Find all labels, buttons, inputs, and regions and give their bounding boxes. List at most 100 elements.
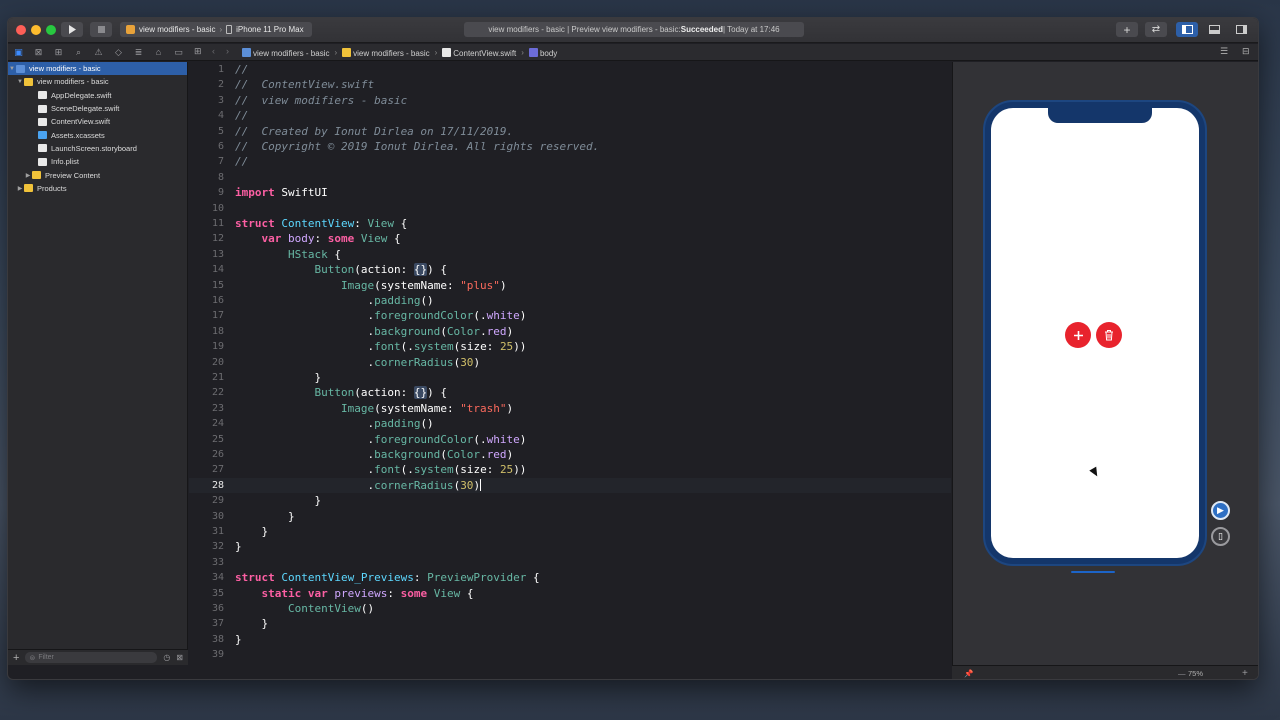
code-line[interactable]: 5 // Created by Ionut Dirlea on 17/11/201… [189,124,951,139]
navigator-item[interactable]: Info.plist [8,155,187,168]
code-line[interactable]: 18 .background(Color.red) [189,324,951,339]
pin-icon[interactable]: 📌 [964,669,973,678]
toggle-debug-area-button[interactable] [1203,22,1225,37]
zoom-in-icon[interactable]: + [1242,668,1248,679]
navigator-item[interactable]: ▶ Preview Content [8,168,187,181]
related-items-icon[interactable]: ⊞ [194,46,202,57]
code-line[interactable]: 10 [189,201,951,216]
code-line[interactable]: 4 // [189,108,951,123]
code-line[interactable]: 24 .padding() [189,416,951,431]
code-line[interactable]: 19 .font(.system(size: 25)) [189,339,951,354]
code-line[interactable]: 25 .foregroundColor(.white) [189,432,951,447]
navigator-item[interactable]: AppDelegate.swift [8,89,187,102]
navigator-item[interactable]: SceneDelegate.swift [8,102,187,115]
code-line[interactable]: 11 struct ContentView: View { [189,216,951,231]
source-control-icon[interactable]: ⊠ [32,46,45,58]
project-navigator-icon[interactable]: ▣ [12,46,25,58]
filter-input[interactable]: ⊜ Filter [25,652,158,663]
debug-navigator-icon[interactable]: ≣ [132,46,145,58]
code-line[interactable]: 12 var body: some View { [189,231,951,246]
code-line[interactable]: 32} [189,539,951,554]
code-line[interactable]: 31 } [189,524,951,539]
code-line[interactable]: 17 .foregroundColor(.white) [189,308,951,323]
code-line[interactable]: 2 // ContentView.swift [189,77,951,92]
trash-button[interactable] [1096,322,1122,348]
navigator-item[interactable]: Assets.xcassets [8,128,187,141]
disclosure-closed-icon[interactable]: ▶ [24,172,32,179]
breakpoint-navigator-icon[interactable]: ⌂ [152,46,165,58]
breadcrumb-project[interactable]: view modifiers - basic [242,47,329,58]
code-line[interactable]: 34 struct ContentView_Previews: PreviewPr… [189,570,951,585]
navigator-item[interactable]: ▼ view modifiers - basic [8,62,187,76]
preview-on-device-button[interactable]: ▯ [1211,527,1230,546]
breadcrumb-group[interactable]: view modifiers - basic [342,47,430,58]
scheme-selector[interactable]: view modifiers - basic › iPhone 11 Pro M… [120,22,312,37]
code-line[interactable]: 33 [189,555,951,570]
source-control-filter-icon[interactable]: ⊠ [176,653,183,662]
line-number: 36 [211,603,224,614]
breadcrumb-file[interactable]: ContentView.swift [442,47,516,58]
live-preview-button[interactable]: ▶ [1211,501,1230,520]
code-text: } [235,493,321,508]
code-line[interactable]: 21 } [189,370,951,385]
zoom-window-button[interactable] [46,25,56,35]
toggle-inspector-button[interactable] [1230,22,1252,37]
code-line[interactable]: 27 .font(.system(size: 25)) [189,462,951,477]
code-review-button[interactable]: ⇄ [1145,22,1167,37]
code-line[interactable]: 36 ContentView() [189,601,951,616]
code-line[interactable]: 29 } [189,493,951,508]
report-navigator-icon[interactable]: ▭ [172,46,185,58]
find-navigator-icon[interactable]: ⌕ [72,46,85,58]
code-line[interactable]: 23 Image(systemName: "trash") [189,401,951,416]
code-line[interactable]: 37 } [189,616,951,631]
library-button[interactable]: + [1116,22,1138,37]
navigator-item[interactable]: ▼ view modifiers - basic [8,75,187,88]
code-line[interactable]: 20 .cornerRadius(30) [189,355,951,370]
code-line[interactable]: 14 Button(action: {}) { [189,262,951,277]
disclosure-closed-icon[interactable]: ▶ [16,185,24,192]
breadcrumb-symbol[interactable]: body [528,47,557,58]
code-line[interactable]: 28 .cornerRadius(30) [189,477,951,494]
preview-resize-handle[interactable] [1071,571,1115,573]
code-line[interactable]: 15 Image(systemName: "plus") [189,278,951,293]
code-line[interactable]: 39 [189,647,951,662]
zoom-out-icon[interactable]: — [1178,669,1186,678]
code-line[interactable]: 35 static var previews: some View { [189,586,951,601]
run-button[interactable] [61,22,83,37]
disclosure-open-icon[interactable]: ▼ [16,79,24,85]
navigator-item[interactable]: LaunchScreen.storyboard [8,142,187,155]
status-result: Succeeded [680,25,723,34]
stop-button[interactable] [90,22,112,37]
add-file-button[interactable]: + [13,652,19,664]
code-line[interactable]: 3 // view modifiers - basic [189,93,951,108]
editor-options-icon[interactable]: ☰ [1220,46,1228,57]
code-line[interactable]: 6 // Copyright © 2019 Ionut Dirlea. All r… [189,139,951,154]
zoom-level[interactable]: 75% [1188,669,1203,678]
code-line[interactable]: 13 HStack { [189,247,951,262]
issue-navigator-icon[interactable]: ⚠ [92,46,105,58]
back-button[interactable]: ‹ [212,46,215,56]
test-navigator-icon[interactable]: ◇ [112,46,125,58]
forward-button[interactable]: › [226,46,229,56]
code-line[interactable]: 8 [189,170,951,185]
code-line[interactable]: 22 Button(action: {}) { [189,385,951,400]
navigator-item[interactable]: ▶ Products [8,182,187,195]
code-line[interactable]: 38} [189,632,951,647]
code-line[interactable]: 9 import SwiftUI [189,185,951,200]
code-line[interactable]: 1 // [189,62,951,77]
code-line[interactable]: 16 .padding() [189,293,951,308]
minimize-window-button[interactable] [31,25,41,35]
disclosure-open-icon[interactable]: ▼ [8,66,16,72]
code-line[interactable]: 7 // [189,154,951,169]
navigator-item[interactable]: ContentView.swift [8,115,187,128]
preview-screen[interactable] [991,108,1199,558]
close-window-button[interactable] [16,25,26,35]
code-line[interactable]: 30 } [189,509,951,524]
recent-files-icon[interactable]: ◷ [163,653,170,662]
plus-button[interactable] [1065,322,1091,348]
code-line[interactable]: 26 .background(Color.red) [189,447,951,462]
toggle-navigator-button[interactable] [1176,22,1198,37]
symbol-navigator-icon[interactable]: ⊞ [52,46,65,58]
split-editor-icon[interactable]: ⊟ [1242,46,1250,57]
source-editor[interactable]: 1 // 2 // ContentView.swift 3 // view modifie… [189,62,951,679]
